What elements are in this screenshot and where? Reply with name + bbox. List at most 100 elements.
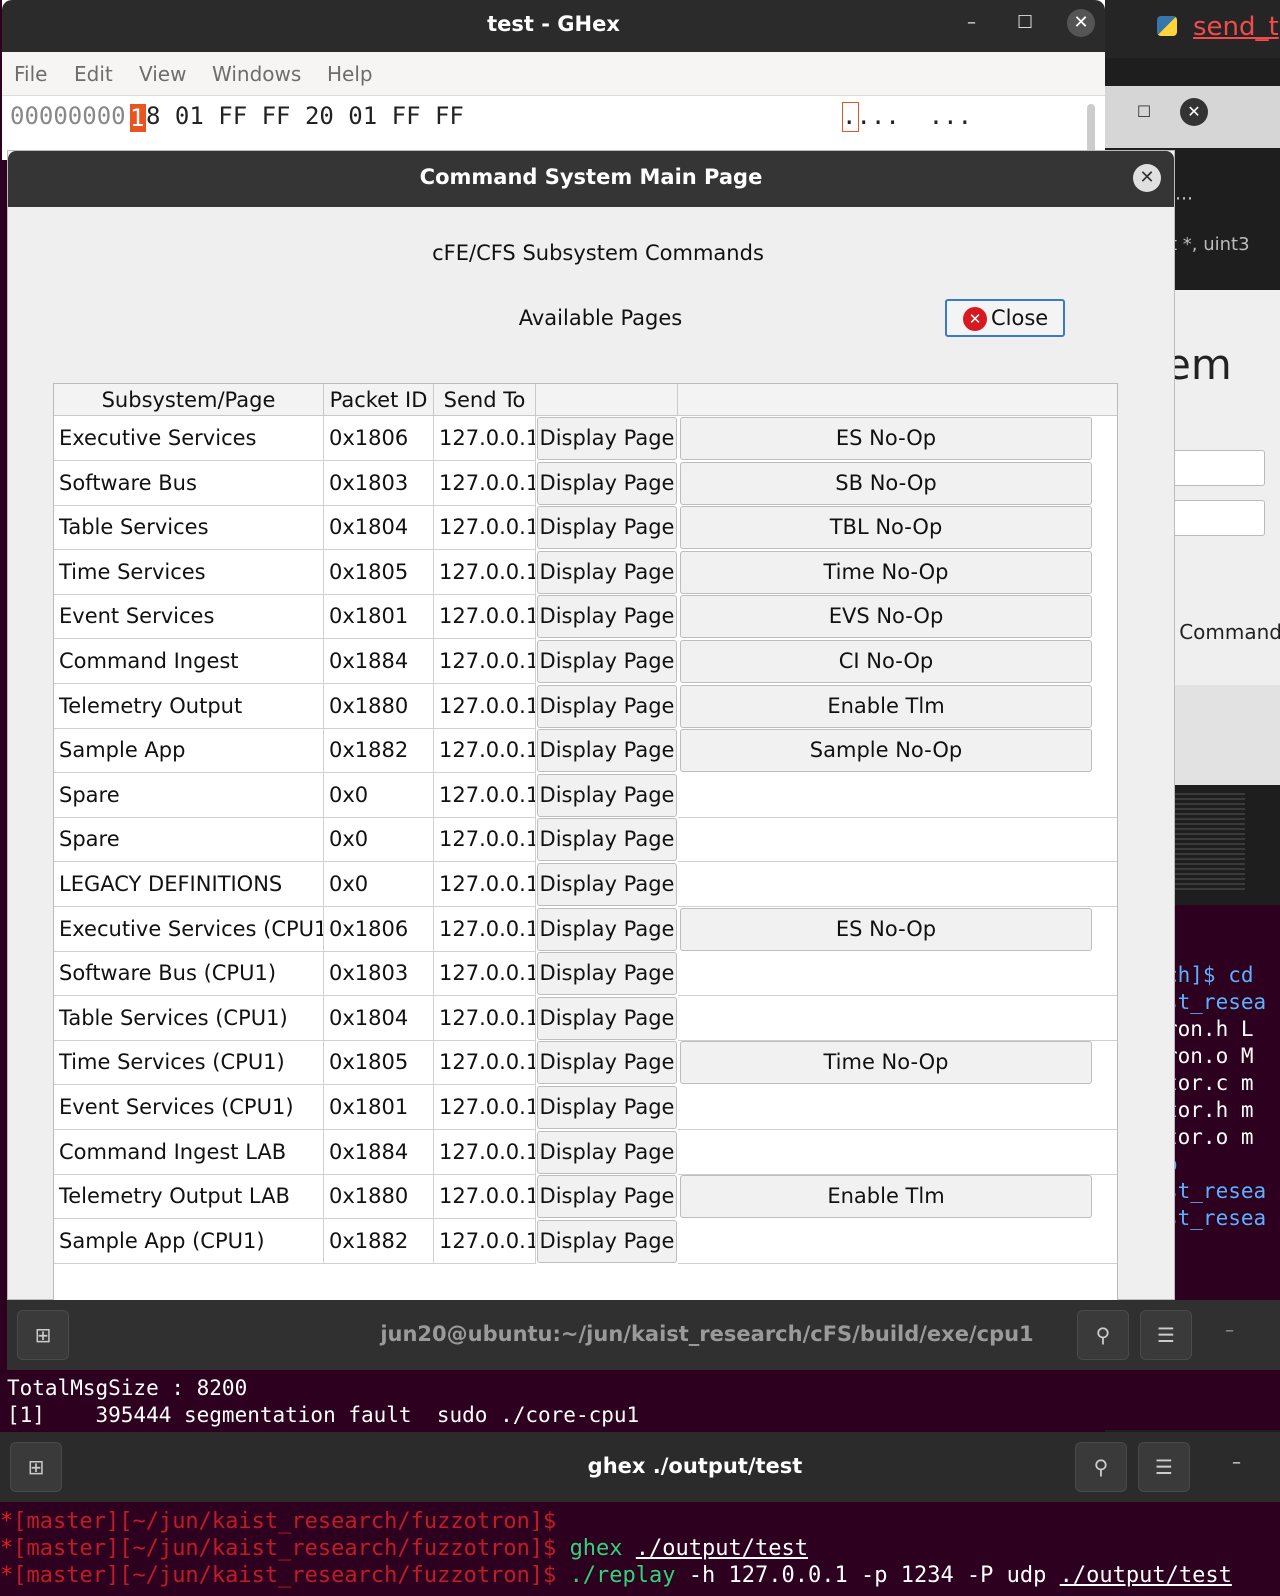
dialog-titlebar: Command System Main Page ✕ (8, 151, 1174, 207)
more-icon[interactable]: ⋯ (1175, 188, 1193, 209)
background-heading: em (1165, 340, 1232, 389)
subsystem-name-cell: Command Ingest (54, 639, 324, 684)
minimap-lines (1175, 790, 1245, 890)
subsystem-name-cell: Spare (54, 817, 324, 863)
terminal-headerbar: ⊞ ghex ./output/test ⚲ ☰ – (0, 1432, 1280, 1502)
display-page-button[interactable]: Display Page (537, 461, 677, 505)
terminal-line: *[master][~/jun/kaist_research/fuzzotron… (0, 1536, 808, 1561)
empty-command-cell (678, 1085, 1117, 1130)
packet-id-cell: 0x1882 (324, 1218, 434, 1264)
command-button[interactable]: ES No-Op (680, 417, 1092, 460)
command-button[interactable]: Time No-Op (680, 1041, 1092, 1085)
command-arg: ./output/test (1059, 1563, 1232, 1588)
menu-windows[interactable]: Windows (212, 62, 301, 86)
close-icon[interactable]: ✕ (1180, 98, 1208, 126)
display-page-button[interactable]: Display Page (537, 952, 677, 996)
table-row: Time Services 0x1805 127.0.0.1 Display Page… (54, 549, 1117, 595)
display-page-button[interactable]: Display Page (537, 640, 677, 683)
background-tab-label[interactable]: send_t (1193, 12, 1279, 42)
packet-id-cell: 0x1884 (324, 1129, 434, 1175)
search-icon[interactable]: ⚲ (1075, 1442, 1127, 1492)
menu-help[interactable]: Help (327, 62, 373, 86)
display-page-button[interactable]: Display Page (537, 550, 677, 594)
display-page-button[interactable]: Display Page (537, 417, 677, 460)
column-header-command[interactable] (678, 384, 1117, 416)
display-page-button[interactable]: Display Page (537, 1041, 677, 1085)
bg-term-line: ron.h L (1165, 1017, 1254, 1041)
command-button[interactable]: Time No-Op (680, 550, 1092, 594)
terminal-line: *[master][~/jun/kaist_research/fuzzotron… (0, 1509, 557, 1534)
column-header-packet-id[interactable]: Packet ID (324, 384, 434, 416)
column-header-display[interactable] (536, 384, 678, 416)
send-to-cell: 127.0.0.1 (434, 817, 536, 863)
command-button[interactable]: TBL No-Op (680, 506, 1092, 550)
packet-id-cell: 0x1805 (324, 1040, 434, 1086)
subsystem-name-cell: Event Services (54, 594, 324, 640)
close-icon[interactable]: ✕ (1133, 164, 1161, 192)
minimize-icon[interactable]: – (1225, 1320, 1234, 1341)
display-page-button[interactable]: Display Page (537, 863, 677, 906)
empty-command-cell (678, 951, 1117, 997)
display-page-button[interactable]: Display Page (537, 506, 677, 550)
hex-bytes[interactable]: 8 01 FF FF 20 01 FF FF (146, 102, 464, 130)
display-page-button[interactable]: Display Page (537, 1086, 677, 1129)
column-header-send-to[interactable]: Send To (434, 384, 536, 416)
minimize-icon[interactable]: – (1232, 1452, 1241, 1473)
menu-view[interactable]: View (139, 62, 186, 86)
table-row: Command Ingest 0x1884 127.0.0.1 Display Pag… (54, 639, 1117, 684)
display-page-button[interactable]: Display Page (537, 1130, 677, 1174)
command-button[interactable]: EVS No-Op (680, 595, 1092, 639)
display-page-button[interactable]: Display Page (537, 996, 677, 1040)
menu-file[interactable]: File (14, 62, 47, 86)
minimize-icon[interactable]: – (967, 12, 976, 33)
bg-term-line: ch]$ cd (1165, 963, 1254, 987)
ascii-view[interactable]: .... ... (842, 102, 972, 130)
column-header-subsystem[interactable]: Subsystem/Page (54, 384, 324, 416)
display-page-button[interactable]: Display Page (537, 595, 677, 639)
packet-id-cell: 0x1806 (324, 416, 434, 461)
bg-term-line: tor.c m (1165, 1071, 1254, 1095)
scrollbar[interactable] (1087, 104, 1095, 154)
background-input[interactable] (1165, 500, 1265, 536)
menubar: File Edit View Windows Help (2, 52, 1105, 96)
empty-command-cell (678, 862, 1117, 907)
display-page-button[interactable]: Display Page (537, 1219, 677, 1263)
background-minimap (1170, 785, 1280, 905)
close-icon[interactable]: ✕ (1067, 9, 1095, 37)
command-name: ./replay (569, 1563, 676, 1588)
menu-icon[interactable]: ☰ (1138, 1442, 1190, 1492)
bg-term-line: st_resea (1165, 1206, 1267, 1230)
close-button[interactable]: ✕ Close (945, 299, 1065, 337)
background-command-label: t Command (1165, 620, 1280, 644)
table-row: Executive Services 0x1806 127.0.0.1 Display… (54, 416, 1117, 461)
dialog-subtitle: cFE/CFS Subsystem Commands (432, 241, 764, 265)
display-page-button[interactable]: Display Page (537, 729, 677, 773)
display-page-button[interactable]: Display Page (537, 818, 677, 862)
display-page-button[interactable]: Display Page (537, 1175, 677, 1219)
table-row: Telemetry Output LAB 0x1880 127.0.0.1 Displ… (54, 1174, 1117, 1220)
maximize-icon[interactable]: ☐ (1130, 98, 1158, 126)
display-page-button[interactable]: Display Page (537, 773, 677, 817)
maximize-icon[interactable]: ☐ (1017, 12, 1033, 33)
table-row: Event Services (CPU1) 0x1801 127.0.0.1 Disp… (54, 1085, 1117, 1130)
command-button[interactable]: Enable Tlm (680, 1175, 1092, 1219)
display-page-button[interactable]: Display Page (537, 684, 677, 728)
command-button[interactable]: Enable Tlm (680, 684, 1092, 728)
background-input[interactable] (1165, 450, 1265, 486)
hex-cursor[interactable]: 1 (130, 104, 146, 132)
subsystem-name-cell: Executive Services (CPU1) (54, 906, 324, 952)
terminal-output: TotalMsgSize : 8200 [1] 395444 segmentati… (7, 1375, 639, 1429)
display-page-button[interactable]: Display Page (537, 907, 677, 951)
command-button[interactable]: ES No-Op (680, 907, 1092, 951)
table-row: Table Services 0x1804 127.0.0.1 Display Pag… (54, 505, 1117, 551)
shell-prompt: [master][~/jun/kaist_research/fuzzotron]… (13, 1509, 557, 1534)
bg-term-line: tor.h m (1165, 1098, 1254, 1122)
menu-icon[interactable]: ☰ (1140, 1310, 1192, 1360)
command-button[interactable]: CI No-Op (680, 640, 1092, 683)
command-button[interactable]: Sample No-Op (680, 729, 1092, 773)
packet-id-cell: 0x1805 (324, 549, 434, 595)
hex-offset: 00000000 (10, 102, 126, 130)
command-button[interactable]: SB No-Op (680, 461, 1092, 505)
search-icon[interactable]: ⚲ (1077, 1310, 1129, 1360)
menu-edit[interactable]: Edit (74, 62, 113, 86)
